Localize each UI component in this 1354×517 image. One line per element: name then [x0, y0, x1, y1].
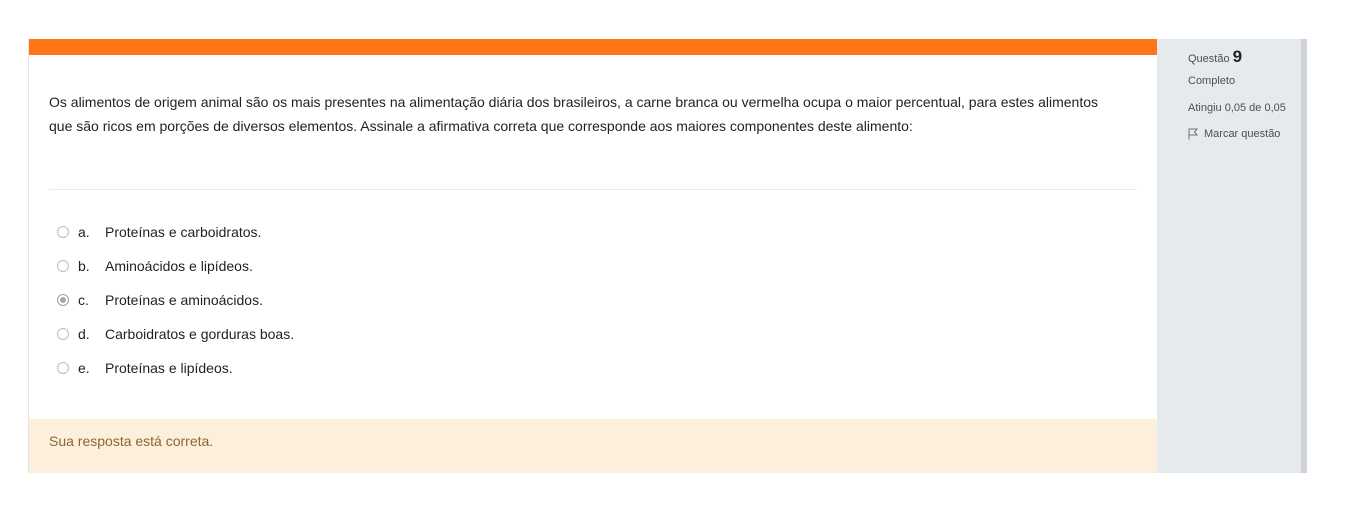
question-number: Questão 9: [1188, 47, 1242, 67]
answer-option-b[interactable]: b. Aminoácidos e lipídeos.: [57, 249, 294, 283]
option-text: Proteínas e aminoácidos.: [105, 292, 263, 308]
option-text: Carboidratos e gorduras boas.: [105, 326, 295, 342]
answer-option-a[interactable]: a. Proteínas e carboidratos.: [57, 215, 294, 249]
option-letter: a.: [78, 224, 90, 240]
answer-option-d[interactable]: d. Carboidratos e gorduras boas.: [57, 317, 294, 351]
radio-button[interactable]: [57, 260, 69, 272]
option-letter: d.: [78, 326, 90, 342]
question-number-value: 9: [1232, 47, 1243, 66]
radio-button[interactable]: [57, 362, 69, 374]
answer-option-c[interactable]: c. Proteínas e aminoácidos.: [57, 283, 294, 317]
radio-button[interactable]: [57, 226, 69, 238]
feedback-box: Sua resposta está correta.: [29, 419, 1157, 473]
question-text: Os alimentos de origem animal são os mai…: [49, 94, 1098, 134]
option-letter: b.: [78, 258, 90, 274]
question-label: Questão: [1188, 53, 1230, 65]
option-letter: e.: [78, 360, 90, 376]
question-info-panel: Questão 9 Completo Atingiu 0,05 de 0,05 M…: [1157, 39, 1307, 473]
question-grade: Atingiu 0,05 de 0,05: [1188, 102, 1286, 114]
feedback-text: Sua resposta está correta.: [49, 433, 214, 449]
flag-outline-icon: [1188, 128, 1198, 140]
option-text: Aminoácidos e lipídeos.: [105, 258, 253, 274]
option-text: Proteínas e carboidratos.: [105, 224, 262, 240]
accent-bar: [29, 39, 1157, 55]
radio-button-selected[interactable]: [57, 294, 69, 306]
question-card: Os alimentos de origem animal são os mai…: [28, 39, 1157, 473]
option-text: Proteínas e lipídeos.: [105, 360, 233, 376]
flag-question-button[interactable]: Marcar questão: [1188, 128, 1280, 140]
divider: [49, 189, 1137, 190]
option-letter: c.: [78, 292, 89, 308]
flag-question-label: Marcar questão: [1204, 128, 1281, 140]
answer-option-e[interactable]: e. Proteínas e lipídeos.: [57, 351, 294, 385]
radio-button[interactable]: [57, 328, 69, 340]
question-state: Completo: [1188, 75, 1236, 87]
answer-list: a. Proteínas e carboidratos. b. Aminoáci…: [57, 215, 294, 385]
